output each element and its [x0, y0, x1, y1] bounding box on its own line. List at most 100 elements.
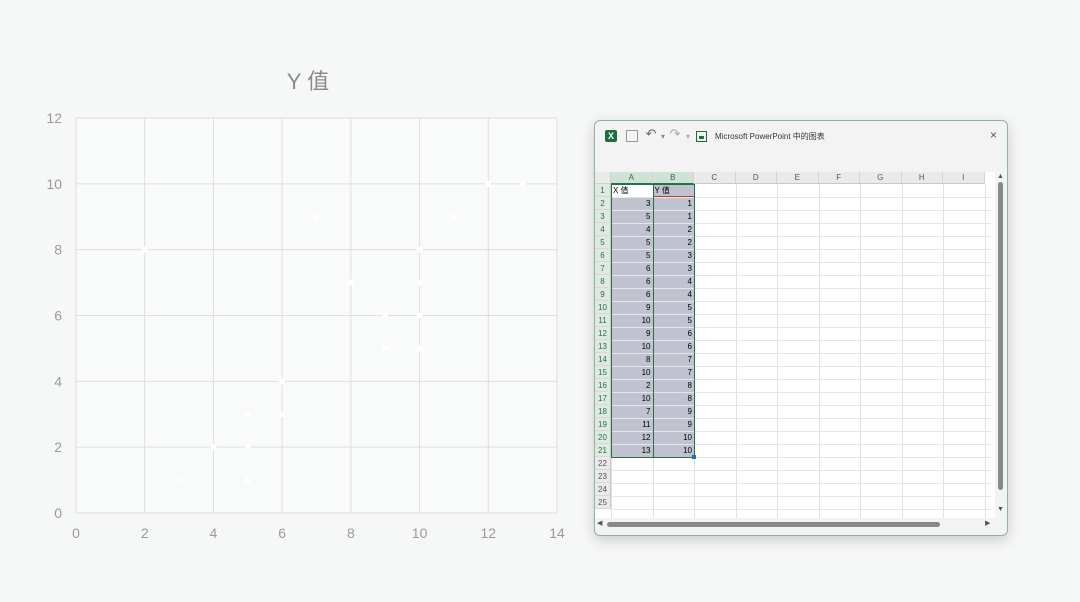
undo-icon[interactable]: ↶	[645, 127, 657, 140]
column-header[interactable]: C	[694, 172, 736, 184]
column-header[interactable]: I	[943, 172, 985, 184]
data-point	[519, 180, 526, 187]
scroll-left-icon[interactable]: ◀	[597, 519, 602, 527]
column-gridline	[818, 184, 820, 518]
column-gridline	[984, 184, 986, 518]
row-header[interactable]: 14	[595, 353, 611, 366]
column-gridline	[901, 184, 903, 518]
column-header[interactable]: D	[735, 172, 777, 184]
row-header[interactable]: 20	[595, 431, 611, 444]
x-tick-label: 0	[72, 525, 80, 541]
x-tick-label: 4	[210, 525, 218, 541]
row-header[interactable]: 9	[595, 288, 611, 301]
column-gridline	[735, 184, 737, 518]
chart-title: Y 值	[287, 69, 329, 94]
data-point	[176, 477, 183, 484]
excel-data-window[interactable]: X ↶ ▾ ↷ ▾ Microsoft PowerPoint 中的图表 × AB…	[594, 120, 1008, 536]
y-tick-label: 0	[54, 505, 62, 521]
row-header[interactable]: 6	[595, 249, 611, 262]
row-header[interactable]: 3	[595, 210, 611, 223]
y-tick-label: 6	[54, 308, 62, 324]
row-header[interactable]: 10	[595, 301, 611, 314]
data-point	[313, 213, 320, 220]
data-point	[382, 345, 389, 352]
edit-in-excel-icon[interactable]	[696, 131, 707, 142]
data-point	[244, 411, 251, 418]
scroll-down-icon[interactable]: ▼	[997, 506, 1004, 513]
row-header[interactable]: 1	[595, 184, 611, 197]
row-header[interactable]: 25	[595, 496, 611, 509]
data-point	[450, 213, 457, 220]
data-point	[485, 180, 492, 187]
y-tick-label: 8	[54, 242, 62, 258]
data-point	[244, 477, 251, 484]
row-header[interactable]: 23	[595, 470, 611, 483]
redo-icon[interactable]: ↷	[669, 127, 681, 140]
row-header[interactable]: 7	[595, 262, 611, 275]
data-point	[416, 312, 423, 319]
x-tick-label: 6	[278, 525, 286, 541]
row-gridline	[611, 509, 991, 510]
column-header[interactable]: H	[901, 172, 943, 184]
column-header[interactable]: F	[818, 172, 860, 184]
row-header[interactable]: 22	[595, 457, 611, 470]
row-gridline	[611, 470, 991, 471]
horizontal-scroll-thumb[interactable]	[607, 522, 940, 527]
scroll-right-icon[interactable]: ▶	[985, 519, 990, 527]
row-gridline	[611, 483, 991, 484]
column-gridline	[860, 184, 861, 518]
column-gridline	[777, 184, 778, 518]
row-header[interactable]: 21	[595, 444, 611, 457]
row-header[interactable]: 4	[595, 223, 611, 236]
data-point	[141, 246, 148, 253]
horizontal-scrollbar[interactable]: ◀ ▶	[595, 518, 995, 530]
row-header[interactable]: 16	[595, 379, 611, 392]
x-range-border	[611, 184, 654, 458]
vertical-scroll-thumb[interactable]	[998, 182, 1003, 490]
x-tick-label: 8	[347, 525, 355, 541]
y-tick-label: 10	[46, 176, 62, 192]
y-range-border	[652, 184, 695, 458]
close-icon[interactable]: ×	[990, 128, 997, 142]
x-tick-label: 10	[412, 525, 428, 541]
column-header[interactable]: B	[652, 172, 694, 184]
scroll-up-icon[interactable]: ▲	[997, 173, 1004, 180]
data-point	[416, 279, 423, 286]
row-header[interactable]: 15	[595, 366, 611, 379]
x-tick-label: 12	[480, 525, 496, 541]
row-header[interactable]: 12	[595, 327, 611, 340]
x-tick-label: 14	[549, 525, 565, 541]
vertical-scrollbar[interactable]: ▲ ▼	[995, 172, 1007, 518]
data-point	[416, 246, 423, 253]
scatter-chart: Y 值 0 2 4 6 8 10 12 14 0 2 4 6 8 10 12	[46, 69, 565, 541]
row-header[interactable]: 17	[595, 392, 611, 405]
data-point	[416, 345, 423, 352]
data-point	[210, 444, 217, 451]
row-header[interactable]: 24	[595, 483, 611, 496]
row-header[interactable]: 2	[595, 197, 611, 210]
data-point	[279, 411, 286, 418]
row-header[interactable]: 11	[595, 314, 611, 327]
fill-handle[interactable]	[692, 455, 696, 459]
spreadsheet-grid[interactable]: A B C D E F G H I 1 2 3 4 5 6 7 8 9 10 11 12 13 14 15 16 17 18 19 20…	[595, 172, 1007, 518]
data-point	[347, 279, 354, 286]
excel-logo-icon: X	[605, 130, 617, 142]
row-header[interactable]: 8	[595, 275, 611, 288]
row-header[interactable]: 18	[595, 405, 611, 418]
select-all-corner[interactable]	[595, 172, 611, 184]
row-header[interactable]: 13	[595, 340, 611, 353]
redo-dropdown-icon[interactable]: ▾	[682, 131, 694, 143]
data-point	[382, 312, 389, 319]
row-gridline	[611, 496, 991, 497]
row-header[interactable]: 5	[595, 236, 611, 249]
undo-dropdown-icon[interactable]: ▾	[657, 131, 669, 143]
column-header[interactable]: G	[860, 172, 902, 184]
column-header[interactable]: E	[777, 172, 819, 184]
title-bar[interactable]: X ↶ ▾ ↷ ▾ Microsoft PowerPoint 中的图表 ×	[595, 121, 1007, 151]
row-header[interactable]: 19	[595, 418, 611, 431]
y-tick-label: 2	[54, 439, 62, 455]
x-tick-label: 2	[141, 525, 149, 541]
save-icon[interactable]	[626, 130, 638, 142]
column-header[interactable]: A	[611, 172, 653, 184]
y-tick-label: 12	[46, 110, 62, 126]
